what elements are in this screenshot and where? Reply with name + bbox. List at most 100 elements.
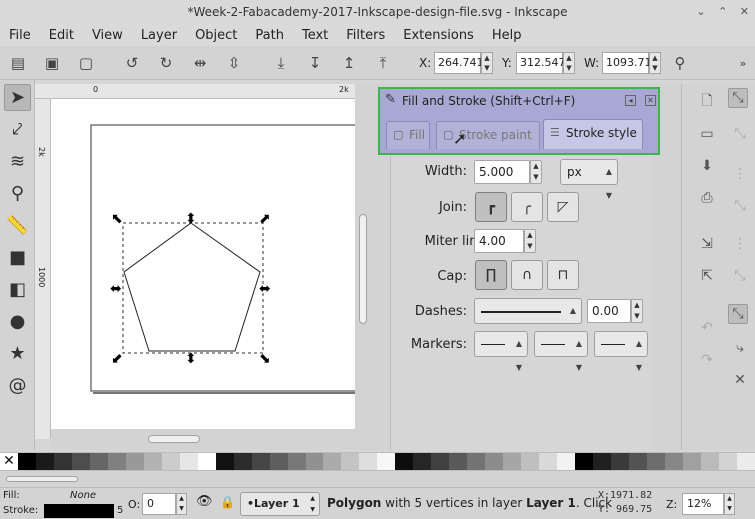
palette-swatch[interactable]	[557, 453, 576, 470]
menu-layer[interactable]: Layer	[141, 28, 177, 43]
palette-swatch[interactable]	[359, 453, 378, 470]
mid-marker-select[interactable]: ▲ ▼	[534, 331, 588, 372]
drawing-canvas[interactable]: ⬉ ⬍ ⬈ ⬌ ⬌ ⬋ ⬍ ⬊	[51, 99, 355, 429]
dash-offset-spinner[interactable]: ▲ ▼	[631, 299, 643, 323]
select-all-layers-icon[interactable]: ▣	[42, 53, 62, 73]
menu-edit[interactable]: Edit	[49, 28, 74, 43]
palette-swatch[interactable]	[413, 453, 432, 470]
palette-swatch[interactable]	[467, 453, 486, 470]
palette-swatch[interactable]	[575, 453, 593, 470]
palette-scrollbar[interactable]	[0, 470, 755, 487]
snap-intersection-icon[interactable]: ✕	[730, 370, 750, 390]
w-input[interactable]: 1093.71	[602, 52, 652, 74]
snap-path-icon[interactable]: ⤷	[730, 338, 750, 358]
palette-swatch[interactable]	[287, 453, 306, 470]
new-document-icon[interactable]: 🗋	[697, 92, 717, 112]
deselect-icon[interactable]: ▢	[76, 53, 96, 73]
palette-swatch[interactable]	[197, 453, 216, 470]
dock-close-icon[interactable]: ✕	[645, 95, 656, 106]
fill-value[interactable]: None	[70, 490, 96, 501]
palette-swatch[interactable]	[215, 453, 234, 470]
stroke-swatch[interactable]	[44, 504, 114, 518]
palette-swatch[interactable]	[143, 453, 162, 470]
x-spinner[interactable]: ▲ ▼	[481, 52, 493, 74]
rotate-cw-icon[interactable]: ↻	[156, 53, 176, 73]
palette-swatch[interactable]	[233, 453, 252, 470]
tab-stroke-paint[interactable]: ▢ Stroke paint	[436, 121, 540, 149]
miter-limit-input[interactable]: 4.00	[474, 229, 524, 253]
palette-swatch[interactable]	[503, 453, 522, 470]
menu-object[interactable]: Object	[195, 28, 237, 43]
palette-scroll-thumb[interactable]	[6, 476, 78, 482]
palette-swatch[interactable]	[71, 453, 90, 470]
palette-swatch[interactable]	[125, 453, 144, 470]
zoom-tool-icon[interactable]: ⚲	[4, 180, 31, 207]
snap-center-icon[interactable]: ⤡	[730, 266, 750, 286]
palette-swatch[interactable]	[323, 453, 342, 470]
cap-round-button[interactable]: ∩	[511, 260, 543, 290]
join-bevel-button[interactable]: ◸	[547, 192, 579, 222]
snap-bbox-icon[interactable]: ⤡	[730, 124, 750, 144]
flip-vertical-icon[interactable]: ⇳	[224, 53, 244, 73]
rotate-ccw-icon[interactable]: ↺	[122, 53, 142, 73]
node-tool-icon[interactable]: ⤦	[4, 116, 31, 143]
palette-swatch[interactable]	[395, 453, 414, 470]
menu-text[interactable]: Text	[302, 28, 328, 43]
palette-swatch[interactable]	[431, 453, 450, 470]
lower-to-bottom-icon[interactable]: ⤓	[271, 53, 291, 73]
snap-toggle-icon[interactable]: ⤡	[728, 88, 748, 108]
palette-swatch[interactable]	[377, 453, 396, 470]
minimize-icon[interactable]: ⌄	[696, 5, 705, 18]
ellipse-tool-icon[interactable]: ●	[4, 308, 31, 335]
palette-swatch[interactable]	[736, 453, 755, 470]
flip-horizontal-icon[interactable]: ⇹	[190, 53, 210, 73]
palette-swatch[interactable]	[610, 453, 629, 470]
zoom-input[interactable]: 12%	[682, 493, 724, 515]
toolbar-overflow-icon[interactable]: »	[733, 53, 753, 73]
layer-select[interactable]: •Layer 1 ▲ ▼	[240, 492, 320, 516]
width-spinner[interactable]: ▲ ▼	[530, 160, 542, 184]
no-paint-icon[interactable]: ✕	[0, 453, 18, 470]
close-icon[interactable]: ✕	[740, 5, 749, 18]
select-all-icon[interactable]: ▤	[8, 53, 28, 73]
snap-nodes-icon[interactable]: ⤡	[728, 304, 748, 324]
star-tool-icon[interactable]: ★	[4, 340, 31, 367]
palette-swatch[interactable]	[521, 453, 540, 470]
width-input[interactable]: 5.000	[474, 160, 530, 184]
snap-midpoint-icon[interactable]: ⋮	[730, 234, 750, 254]
menu-file[interactable]: File	[9, 28, 31, 43]
menu-view[interactable]: View	[92, 28, 123, 43]
palette-swatch[interactable]	[593, 453, 611, 470]
dash-pattern-select[interactable]: ▲▼	[474, 298, 582, 339]
dock-iconify-icon[interactable]: ◂	[625, 95, 636, 106]
measure-tool-icon[interactable]: 📏	[4, 212, 31, 239]
snap-corner-icon[interactable]: ⤡	[730, 196, 750, 216]
join-round-button[interactable]: ╭	[511, 192, 543, 222]
selector-tool-icon[interactable]: ➤	[4, 84, 31, 111]
palette-swatch[interactable]	[700, 453, 719, 470]
redo-icon[interactable]: ↷	[697, 350, 717, 370]
opacity-spinner[interactable]: ▲ ▼	[176, 493, 187, 515]
rectangle-tool-icon[interactable]: ■	[4, 244, 31, 271]
miter-limit-spinner[interactable]: ▲ ▼	[524, 229, 536, 253]
palette-swatch[interactable]	[18, 453, 36, 470]
x-input[interactable]: 264.741	[434, 52, 484, 74]
cap-square-button[interactable]: ⊓	[547, 260, 579, 290]
w-spinner[interactable]: ▲ ▼	[649, 52, 661, 74]
palette-swatch[interactable]	[718, 453, 737, 470]
join-miter-button[interactable]: ┏	[475, 192, 507, 222]
spiral-tool-icon[interactable]: @	[4, 372, 31, 399]
palette-swatch[interactable]	[35, 453, 54, 470]
menu-extensions[interactable]: Extensions	[403, 28, 474, 43]
opacity-input[interactable]: 0	[142, 493, 176, 515]
3d-box-tool-icon[interactable]: ◧	[4, 276, 31, 303]
import-icon[interactable]: ⇲	[697, 234, 717, 254]
open-folder-icon[interactable]: ▭	[697, 124, 717, 144]
end-marker-select[interactable]: ▲ ▼	[594, 331, 648, 372]
palette-swatch[interactable]	[341, 453, 360, 470]
palette-swatch[interactable]	[161, 453, 180, 470]
palette-swatch[interactable]	[539, 453, 558, 470]
palette-swatch[interactable]	[269, 453, 288, 470]
y-input[interactable]: 312.547	[516, 52, 566, 74]
palette-swatch[interactable]	[646, 453, 665, 470]
